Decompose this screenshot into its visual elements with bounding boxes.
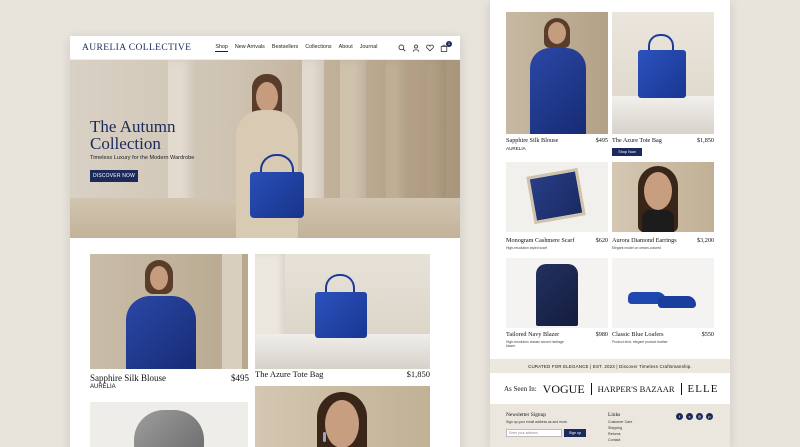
product-price: $550 — [701, 331, 714, 338]
product-image-earrings[interactable] — [612, 162, 714, 232]
nav-collections[interactable]: Collections — [305, 44, 331, 52]
product-description: High-resolution classic woven heritage b… — [506, 340, 564, 348]
hero-subtitle: Timeless Luxury for the Modern Wardrobe — [90, 155, 195, 161]
grey-scarf — [134, 410, 204, 447]
navy-blazer — [536, 264, 578, 326]
signup-button[interactable]: Sign up — [564, 429, 586, 437]
nav-icons: 1 — [398, 40, 452, 52]
product-name[interactable]: The Azure Tote Bag — [612, 137, 662, 144]
background-pillar — [222, 254, 242, 369]
marble-pedestal — [255, 334, 430, 369]
top-nav: AURELIA COLLECTIVE Shop New Arrivals Bes… — [70, 36, 460, 60]
black-top — [642, 210, 674, 232]
nav-shop[interactable]: Shop — [215, 44, 228, 52]
model-face — [325, 400, 359, 447]
earring — [323, 432, 326, 442]
blue-loafer — [658, 296, 696, 308]
product-price: $1,850 — [406, 369, 430, 379]
product-brand: AURELIA — [506, 146, 526, 151]
product-price: $980 — [595, 331, 608, 338]
x-twitter-icon[interactable]: x — [686, 413, 693, 420]
footer: Newsletter Signup Sign up your email add… — [490, 404, 730, 447]
product-price: $495 — [595, 137, 608, 144]
footer-link-customer-care[interactable]: Customer Care — [608, 420, 632, 424]
product-price: $1,850 — [696, 137, 714, 144]
model-face — [644, 172, 672, 210]
newsletter-subtitle: Sign up your email address as and more. — [506, 420, 568, 424]
product-name[interactable]: The Azure Tote Bag — [255, 369, 323, 379]
hero-banner: The Autumn Collection Timeless Luxury fo… — [70, 60, 460, 238]
hero-blue-tote-bag — [250, 172, 304, 218]
product-image-tote[interactable] — [612, 12, 714, 134]
product-description: Product shot, elegant product leather — [612, 340, 668, 344]
product-price: $620 — [595, 237, 608, 244]
blue-tote-bag — [638, 50, 686, 98]
product-image-loafers[interactable] — [612, 258, 714, 328]
divider — [680, 383, 682, 395]
product-name[interactable]: Sapphire Silk Blouse — [506, 137, 558, 144]
footer-link-returns[interactable]: Returns — [608, 432, 621, 436]
product-description: Elegant model on cream-colored — [612, 246, 662, 250]
press-logo-vogue: VOGUE — [542, 381, 585, 396]
footer-link-contact[interactable]: Contact — [608, 438, 620, 442]
newsletter-title: Newsletter Signup — [506, 412, 546, 418]
model-face — [150, 266, 168, 290]
product-image-blouse[interactable] — [506, 12, 608, 134]
product-image-scarf[interactable] — [90, 402, 248, 447]
navy-scarf — [526, 167, 586, 225]
as-seen-in: As Seen In: VOGUE HARPER'S BAZAAR ELLE — [490, 378, 730, 400]
product-price: $495 — [231, 373, 249, 383]
product-description: High-resolution styled scarf — [506, 246, 547, 250]
desktop-mockup: AURELIA COLLECTIVE Shop New Arrivals Bes… — [70, 36, 460, 447]
product-price: $3,200 — [696, 237, 714, 244]
mobile-mockup: Sapphire Silk Blouse $495 AURELIA The Az… — [490, 0, 730, 447]
product-image-tote[interactable] — [255, 254, 430, 369]
tagline-strip: CURATED FOR ELEGANCE | EST. 2023 | Disco… — [490, 359, 730, 373]
product-name[interactable]: Monogram Cashmere Scarf — [506, 237, 574, 244]
pinterest-icon[interactable]: p — [706, 413, 713, 420]
instagram-icon[interactable]: ◎ — [696, 413, 703, 420]
links-title: Links — [608, 412, 621, 418]
model-face — [548, 22, 566, 44]
nav-bestsellers[interactable]: Bestsellers — [272, 44, 298, 52]
press-logo-elle: ELLE — [687, 383, 719, 395]
product-image-blazer[interactable] — [506, 258, 608, 328]
marble-pedestal — [612, 96, 714, 134]
hero-model-face — [256, 82, 278, 112]
product-name[interactable]: Classic Blue Loafers — [612, 331, 664, 338]
nav-new-arrivals[interactable]: New Arrivals — [235, 44, 265, 52]
wishlist-heart-icon[interactable] — [426, 44, 434, 52]
footer-link-shipping[interactable]: Shipping — [608, 426, 622, 430]
brand-logo[interactable]: AURELIA COLLECTIVE — [82, 43, 191, 53]
discover-now-button[interactable]: DISCOVER NOW — [90, 170, 138, 182]
main-menu: Shop New Arrivals Bestsellers Collection… — [215, 44, 377, 52]
nav-journal[interactable]: Journal — [360, 44, 378, 52]
shop-now-button[interactable]: Shop Now — [612, 148, 642, 156]
blue-silk-blouse — [126, 296, 196, 369]
product-name[interactable]: Aurora Diamond Earrings — [612, 237, 677, 244]
product-image-blouse[interactable] — [90, 254, 248, 369]
blue-silk-blouse — [530, 48, 586, 134]
divider — [590, 383, 592, 395]
blue-tote-bag — [315, 292, 367, 338]
cart-count-badge: 1 — [446, 40, 452, 47]
cart-button[interactable]: 1 — [440, 40, 452, 52]
hero-title: The Autumn Collection — [90, 117, 176, 153]
as-seen-label: As Seen In: — [504, 385, 537, 393]
product-brand: AURELIA — [90, 384, 116, 390]
account-icon[interactable] — [412, 44, 420, 52]
email-input[interactable]: Enter your address — [506, 429, 562, 437]
product-image-earrings[interactable] — [255, 386, 430, 447]
press-logo-harpers: HARPER'S BAZAAR — [597, 384, 675, 394]
product-image-scarf[interactable] — [506, 162, 608, 232]
nav-about[interactable]: About — [339, 44, 353, 52]
product-name[interactable]: Sapphire Silk Blouse — [90, 373, 166, 383]
search-icon[interactable] — [398, 44, 406, 52]
product-name[interactable]: Tailored Navy Blazer — [506, 331, 559, 338]
facebook-icon[interactable]: f — [676, 413, 683, 420]
